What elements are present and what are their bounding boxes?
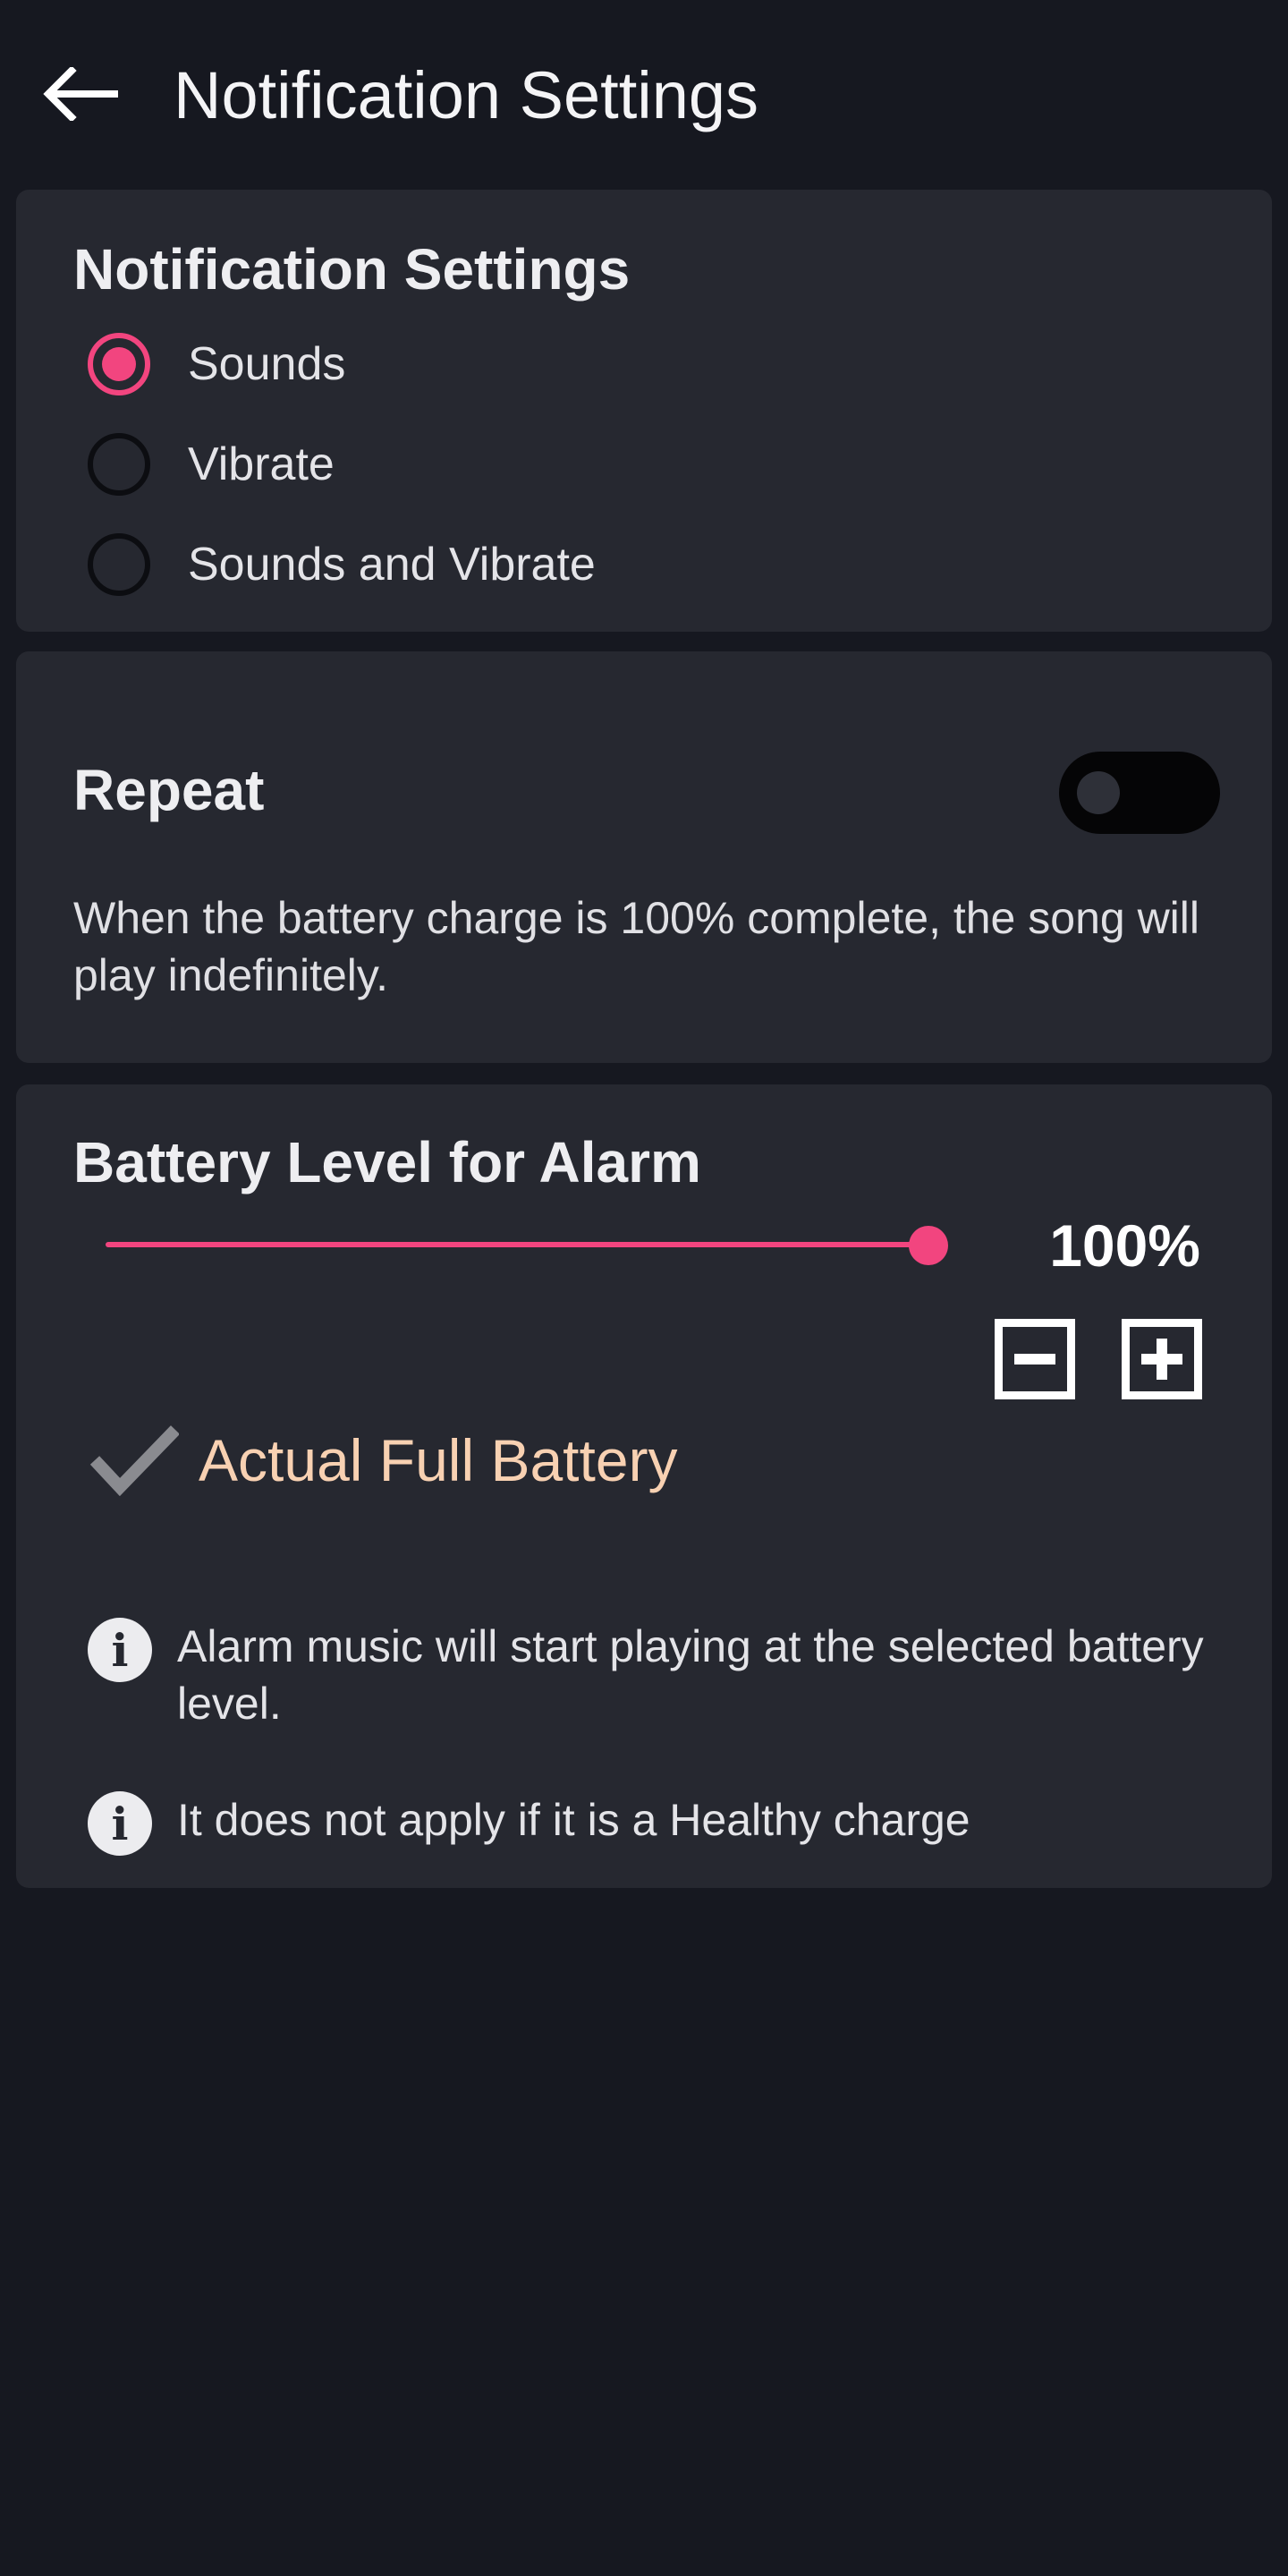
- repeat-toggle[interactable]: [1059, 752, 1220, 834]
- radio-label: Sounds: [188, 338, 346, 390]
- radio-option-sounds-and-vibrate[interactable]: Sounds and Vibrate: [88, 524, 1072, 605]
- battery-level-heading: Battery Level for Alarm: [73, 1130, 701, 1194]
- checkmark-icon: [89, 1425, 179, 1496]
- page-title: Notification Settings: [174, 58, 759, 132]
- radio-option-sounds[interactable]: Sounds: [88, 324, 1072, 404]
- radio-option-vibrate[interactable]: Vibrate: [88, 424, 1072, 505]
- repeat-heading: Repeat: [73, 758, 265, 822]
- app-root: Notification Settings Notification Setti…: [0, 0, 1288, 2576]
- slider-track: [106, 1242, 928, 1247]
- battery-level-slider[interactable]: [106, 1219, 948, 1272]
- info-item: i It does not apply if it is a Healthy c…: [88, 1791, 1250, 1856]
- increase-button[interactable]: [1122, 1319, 1202, 1399]
- actual-full-battery-checkbox[interactable]: Actual Full Battery: [89, 1416, 678, 1505]
- back-button[interactable]: [36, 58, 125, 130]
- arrow-left-icon: [43, 67, 118, 121]
- info-item: i Alarm music will start playing at the …: [88, 1618, 1250, 1732]
- slider-thumb[interactable]: [909, 1226, 948, 1265]
- decrease-button[interactable]: [995, 1319, 1075, 1399]
- radio-button[interactable]: [88, 433, 150, 496]
- notification-settings-card: Notification Settings Sounds Vibrate Sou…: [16, 190, 1272, 632]
- info-icon: i: [88, 1791, 152, 1856]
- battery-level-card: Battery Level for Alarm 100% Actual Full…: [16, 1084, 1272, 1888]
- radio-label: Sounds and Vibrate: [188, 539, 596, 591]
- repeat-card: Repeat When the battery charge is 100% c…: [16, 651, 1272, 1063]
- info-icon: i: [88, 1618, 152, 1682]
- minus-icon: [1014, 1354, 1055, 1365]
- repeat-description: When the battery charge is 100% complete…: [73, 893, 1200, 1000]
- checkbox-label: Actual Full Battery: [199, 1427, 678, 1493]
- info-text: Alarm music will start playing at the se…: [177, 1621, 1204, 1729]
- notification-settings-heading: Notification Settings: [73, 237, 631, 302]
- battery-level-value: 100%: [1049, 1212, 1200, 1279]
- toggle-knob: [1077, 771, 1120, 814]
- info-text: It does not apply if it is a Healthy cha…: [177, 1795, 970, 1845]
- top-app-bar: Notification Settings: [0, 0, 1288, 188]
- radio-button-checked[interactable]: [88, 333, 150, 395]
- radio-button[interactable]: [88, 533, 150, 596]
- radio-label: Vibrate: [188, 438, 335, 490]
